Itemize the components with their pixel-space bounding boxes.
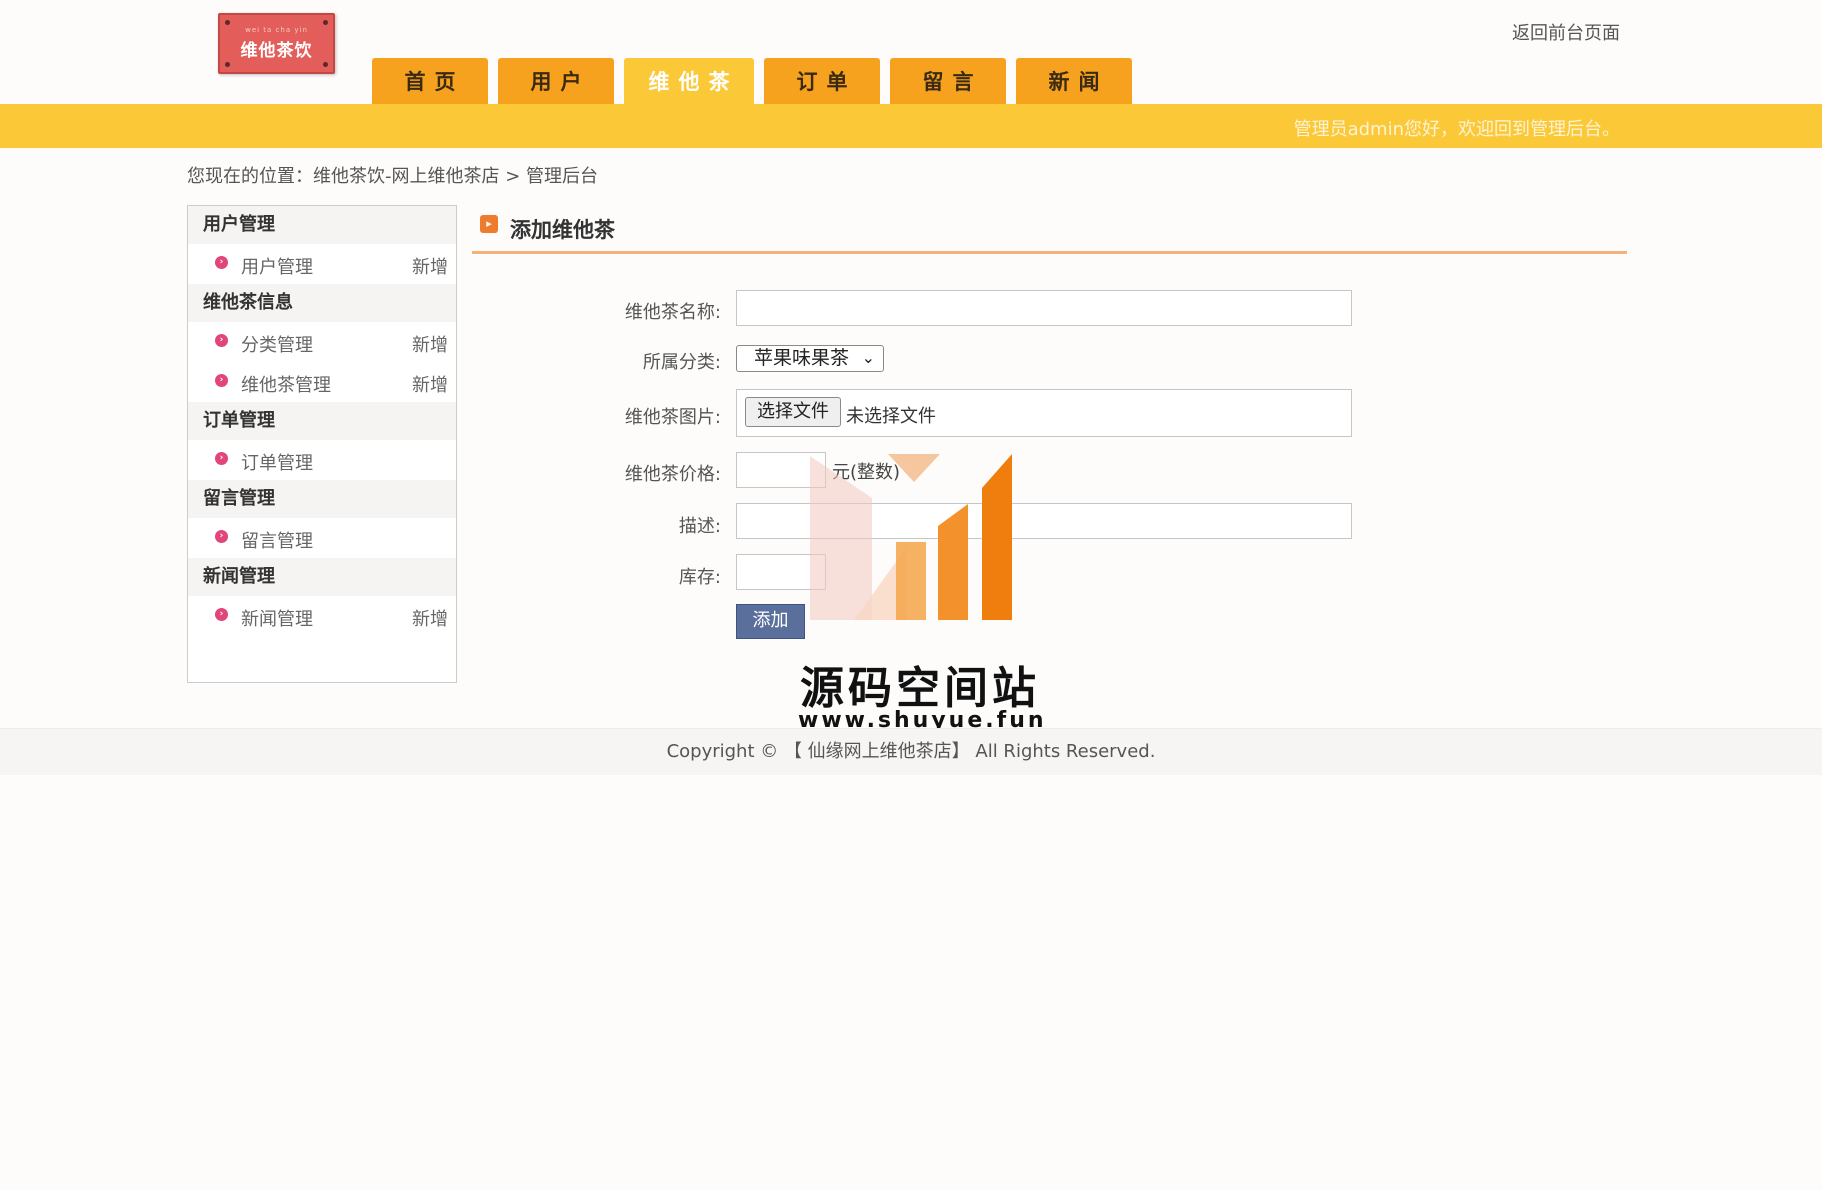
back-to-frontend-link[interactable]: 返回前台页面 <box>1512 19 1620 45</box>
image-file-input: 选择文件 未选择文件 <box>736 389 1352 437</box>
arrow-bullet-icon: › <box>215 608 228 621</box>
sidebar-item-news-management: › 新闻管理 新增 <box>188 596 456 636</box>
watermark-logo-icon <box>810 454 1012 620</box>
category-selected-value: 苹果味果茶 <box>754 347 850 369</box>
sidebar-group-title: 新闻管理 <box>188 558 456 596</box>
breadcrumb: 您现在的位置：维他茶饮-网上维他茶店 > 管理后台 <box>187 166 599 187</box>
file-status: 未选择文件 <box>846 406 936 427</box>
sidebar-group-title: 留言管理 <box>188 480 456 518</box>
sidebar-group-title: 维他茶信息 <box>188 284 456 322</box>
logo-rivet <box>225 20 230 25</box>
choose-file-button[interactable]: 选择文件 <box>745 397 841 427</box>
nav-tab-orders[interactable]: 订单 <box>764 58 880 104</box>
sidebar-add-link[interactable]: 新增 <box>412 371 448 397</box>
arrow-bullet-icon: › <box>215 256 228 269</box>
tea-name-input[interactable] <box>736 290 1352 326</box>
sidebar-item-category-management: › 分类管理 新增 <box>188 322 456 362</box>
add-button[interactable]: 添加 <box>736 604 805 639</box>
chevron-down-icon: ⌄ <box>861 348 875 367</box>
page-title: 添加维他茶 <box>510 218 615 242</box>
image-label: 维他茶图片: <box>624 407 721 428</box>
logo-subtext: wei ta cha yin <box>245 26 308 34</box>
sidebar-item-message-management: › 留言管理 <box>188 518 456 558</box>
sidebar: 用户管理 › 用户管理 新增 维他茶信息 › 分类管理 新增 › 维他茶管理 新… <box>187 205 457 683</box>
nav-tab-messages[interactable]: 留言 <box>890 58 1006 104</box>
sidebar-item-label[interactable]: 分类管理 <box>241 331 313 357</box>
header-banner: 管理员admin您好，欢迎回到管理后台。 <box>0 104 1822 148</box>
price-label: 维他茶价格: <box>624 464 721 485</box>
nav-tab-home[interactable]: 首页 <box>372 58 488 104</box>
sidebar-item-tea-management: › 维他茶管理 新增 <box>188 362 456 402</box>
logo-rivet <box>323 62 328 67</box>
watermark-title: 源码空间站 <box>800 663 1040 714</box>
nav-tab-users[interactable]: 用户 <box>498 58 614 104</box>
stock-label: 库存: <box>678 567 721 588</box>
logo-rivet <box>323 20 328 25</box>
sidebar-group-title: 用户管理 <box>188 206 456 244</box>
sidebar-item-label[interactable]: 维他茶管理 <box>241 371 331 397</box>
sidebar-item-label[interactable]: 订单管理 <box>241 449 313 475</box>
main-nav: 首页 用户 维他茶 订单 留言 新闻 <box>372 58 1142 104</box>
sidebar-add-link[interactable]: 新增 <box>412 605 448 631</box>
footer: Copyright © 【 仙缘网上维他茶店】 All Rights Reser… <box>0 728 1822 775</box>
site-logo[interactable]: wei ta cha yin 维他茶饮 <box>218 13 335 74</box>
arrow-right-icon: ▸ <box>480 215 498 233</box>
sidebar-item-user-management: › 用户管理 新增 <box>188 244 456 284</box>
logo-rivet <box>225 62 230 67</box>
arrow-bullet-icon: › <box>215 530 228 543</box>
arrow-bullet-icon: › <box>215 334 228 347</box>
category-select[interactable]: 苹果味果茶 ⌄ <box>736 345 884 372</box>
sidebar-item-order-management: › 订单管理 <box>188 440 456 480</box>
arrow-bullet-icon: › <box>215 452 228 465</box>
sidebar-item-label[interactable]: 新闻管理 <box>241 605 313 631</box>
sidebar-item-label[interactable]: 留言管理 <box>241 527 313 553</box>
logo-text: 维他茶饮 <box>240 41 313 61</box>
arrow-bullet-icon: › <box>215 374 228 387</box>
name-label: 维他茶名称: <box>624 302 721 323</box>
category-label: 所属分类: <box>642 352 721 373</box>
sidebar-add-link[interactable]: 新增 <box>412 253 448 279</box>
sidebar-group-title: 订单管理 <box>188 402 456 440</box>
copyright-text: Copyright © 【 仙缘网上维他茶店】 All Rights Reser… <box>666 741 1156 762</box>
welcome-message: 管理员admin您好，欢迎回到管理后台。 <box>1293 119 1620 140</box>
section-header: ▸ 添加维他茶 <box>472 211 1627 254</box>
nav-tab-tea[interactable]: 维他茶 <box>624 58 754 104</box>
sidebar-item-label[interactable]: 用户管理 <box>241 253 313 279</box>
nav-tab-news[interactable]: 新闻 <box>1016 58 1132 104</box>
description-label: 描述: <box>678 516 721 537</box>
sidebar-add-link[interactable]: 新增 <box>412 331 448 357</box>
